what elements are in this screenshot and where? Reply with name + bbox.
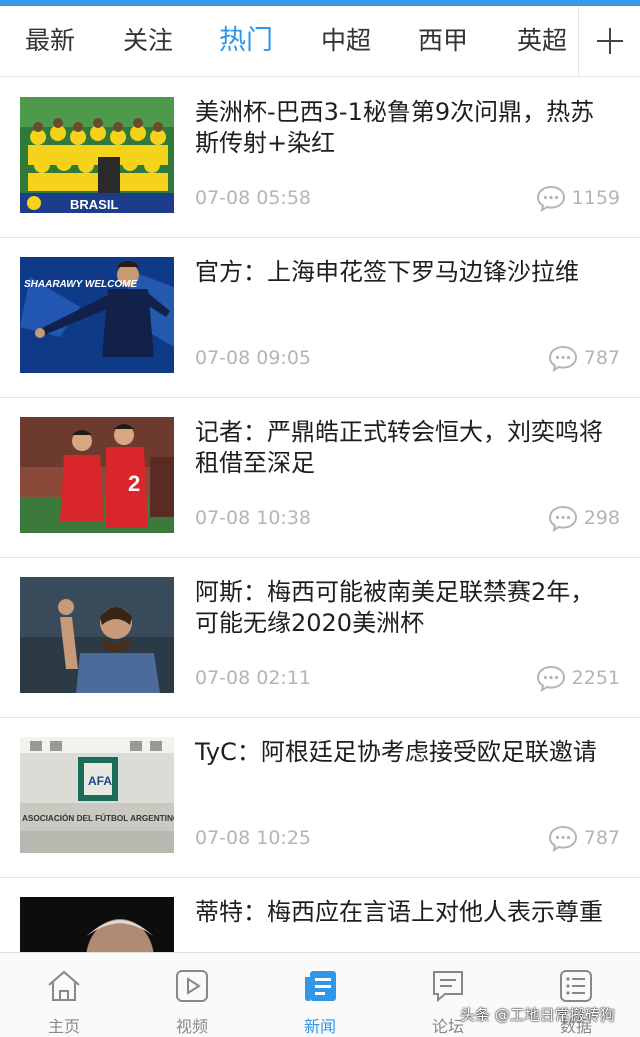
news-thumbnail: BRASIL xyxy=(20,97,174,213)
news-thumbnail xyxy=(20,577,174,693)
news-thumbnail: SHAARAWY WELCOME xyxy=(20,257,174,373)
nav-video-label: 视频 xyxy=(175,1017,208,1036)
comment-count-value: 787 xyxy=(583,827,620,849)
thumb-caption: SHAARAWY WELCOME xyxy=(24,279,137,290)
comment-bubble-icon xyxy=(536,665,565,692)
news-title: 阿斯：梅西可能被南美足联禁赛2年，可能无缘2020美洲杯 xyxy=(195,578,595,637)
news-thumbnail xyxy=(20,897,174,953)
news-thumbnail: AFA ASOCIACIÓN DEL FÚTBOL ARGENTINO xyxy=(20,737,174,853)
comment-count-value: 298 xyxy=(583,507,620,529)
comment-bubble-icon xyxy=(536,185,565,212)
news-thumbnail: 2 xyxy=(20,417,174,533)
comment-count[interactable]: 787 xyxy=(548,823,620,853)
tab-hot[interactable]: 热门 xyxy=(206,6,286,76)
svg-text:2: 2 xyxy=(128,471,140,496)
nav-home-label: 主页 xyxy=(47,1017,80,1036)
news-time: 07-08 10:25 xyxy=(195,827,312,849)
news-title: 蒂特：梅西应在言语上对他人表示尊重 xyxy=(195,898,603,926)
comment-bubble-icon xyxy=(548,345,577,372)
home-icon xyxy=(48,970,80,1001)
news-item[interactable]: 2 记者：严鼎皓正式转会恒大，刘奕鸣将租借至深足 07-08 10:38 298 xyxy=(0,397,640,558)
news-item[interactable]: BRASIL 美洲杯-巴西3-1秘鲁第9次问鼎，热苏斯传射+染红 07-08 0… xyxy=(0,77,640,238)
comment-count-value: 2251 xyxy=(571,667,620,689)
tab-csl[interactable]: 中超 xyxy=(306,6,386,76)
news-time: 07-08 10:38 xyxy=(195,507,312,529)
thumb-caption: ASOCIACIÓN DEL FÚTBOL ARGENTINO xyxy=(22,812,174,823)
comment-count[interactable]: 787 xyxy=(548,343,620,373)
svg-text:AFA: AFA xyxy=(88,774,112,788)
watermark: 头条 @工地日常搬砖狗 xyxy=(460,1006,615,1024)
news-feed: BRASIL 美洲杯-巴西3-1秘鲁第9次问鼎，热苏斯传射+染红 07-08 0… xyxy=(0,77,640,953)
news-item[interactable]: SHAARAWY WELCOME 官方：上海申花签下罗马边锋沙拉维 07-08 … xyxy=(0,237,640,398)
tab-premier-league[interactable]: 英超 xyxy=(502,6,582,76)
news-item[interactable]: AFA ASOCIACIÓN DEL FÚTBOL ARGENTINO TyC：… xyxy=(0,717,640,878)
news-title: 官方：上海申花签下罗马边锋沙拉维 xyxy=(195,258,579,286)
comment-bubble-icon xyxy=(548,505,577,532)
news-title: 美洲杯-巴西3-1秘鲁第9次问鼎，热苏斯传射+染红 xyxy=(195,98,595,157)
news-item[interactable]: 蒂特：梅西应在言语上对他人表示尊重 xyxy=(0,877,640,953)
comment-count[interactable]: 1159 xyxy=(536,183,620,213)
thumb-caption: BRASIL xyxy=(70,197,118,212)
news-icon xyxy=(305,971,336,1001)
video-icon xyxy=(176,970,208,1002)
nav-news[interactable]: 新闻 xyxy=(256,953,384,1037)
comment-bubble-icon xyxy=(548,825,577,852)
news-title: TyC：阿根廷足协考虑接受欧足联邀请 xyxy=(195,738,597,766)
comment-count[interactable]: 298 xyxy=(548,503,620,533)
comment-count-value: 787 xyxy=(583,347,620,369)
forum-icon xyxy=(433,971,463,1003)
comment-count-value: 1159 xyxy=(571,187,620,209)
category-tabs: 最新 关注 热门 中超 西甲 英超 xyxy=(0,6,640,77)
news-time: 07-08 02:11 xyxy=(195,667,312,689)
news-time: 07-08 09:05 xyxy=(195,347,312,369)
news-item[interactable]: 阿斯：梅西可能被南美足联禁赛2年，可能无缘2020美洲杯 07-08 02:11… xyxy=(0,557,640,718)
comment-count[interactable]: 2251 xyxy=(536,663,620,693)
nav-news-label: 新闻 xyxy=(303,1017,336,1036)
tab-laliga[interactable]: 西甲 xyxy=(403,6,483,76)
news-time: 07-08 05:58 xyxy=(195,187,312,209)
nav-video[interactable]: 视频 xyxy=(128,953,256,1037)
add-tab-plus-icon[interactable] xyxy=(578,6,640,76)
nav-home[interactable]: 主页 xyxy=(0,953,128,1037)
news-title: 记者：严鼎皓正式转会恒大，刘奕鸣将租借至深足 xyxy=(195,418,603,477)
tab-latest[interactable]: 最新 xyxy=(10,6,90,76)
data-icon xyxy=(560,970,592,1002)
tab-following[interactable]: 关注 xyxy=(108,6,188,76)
